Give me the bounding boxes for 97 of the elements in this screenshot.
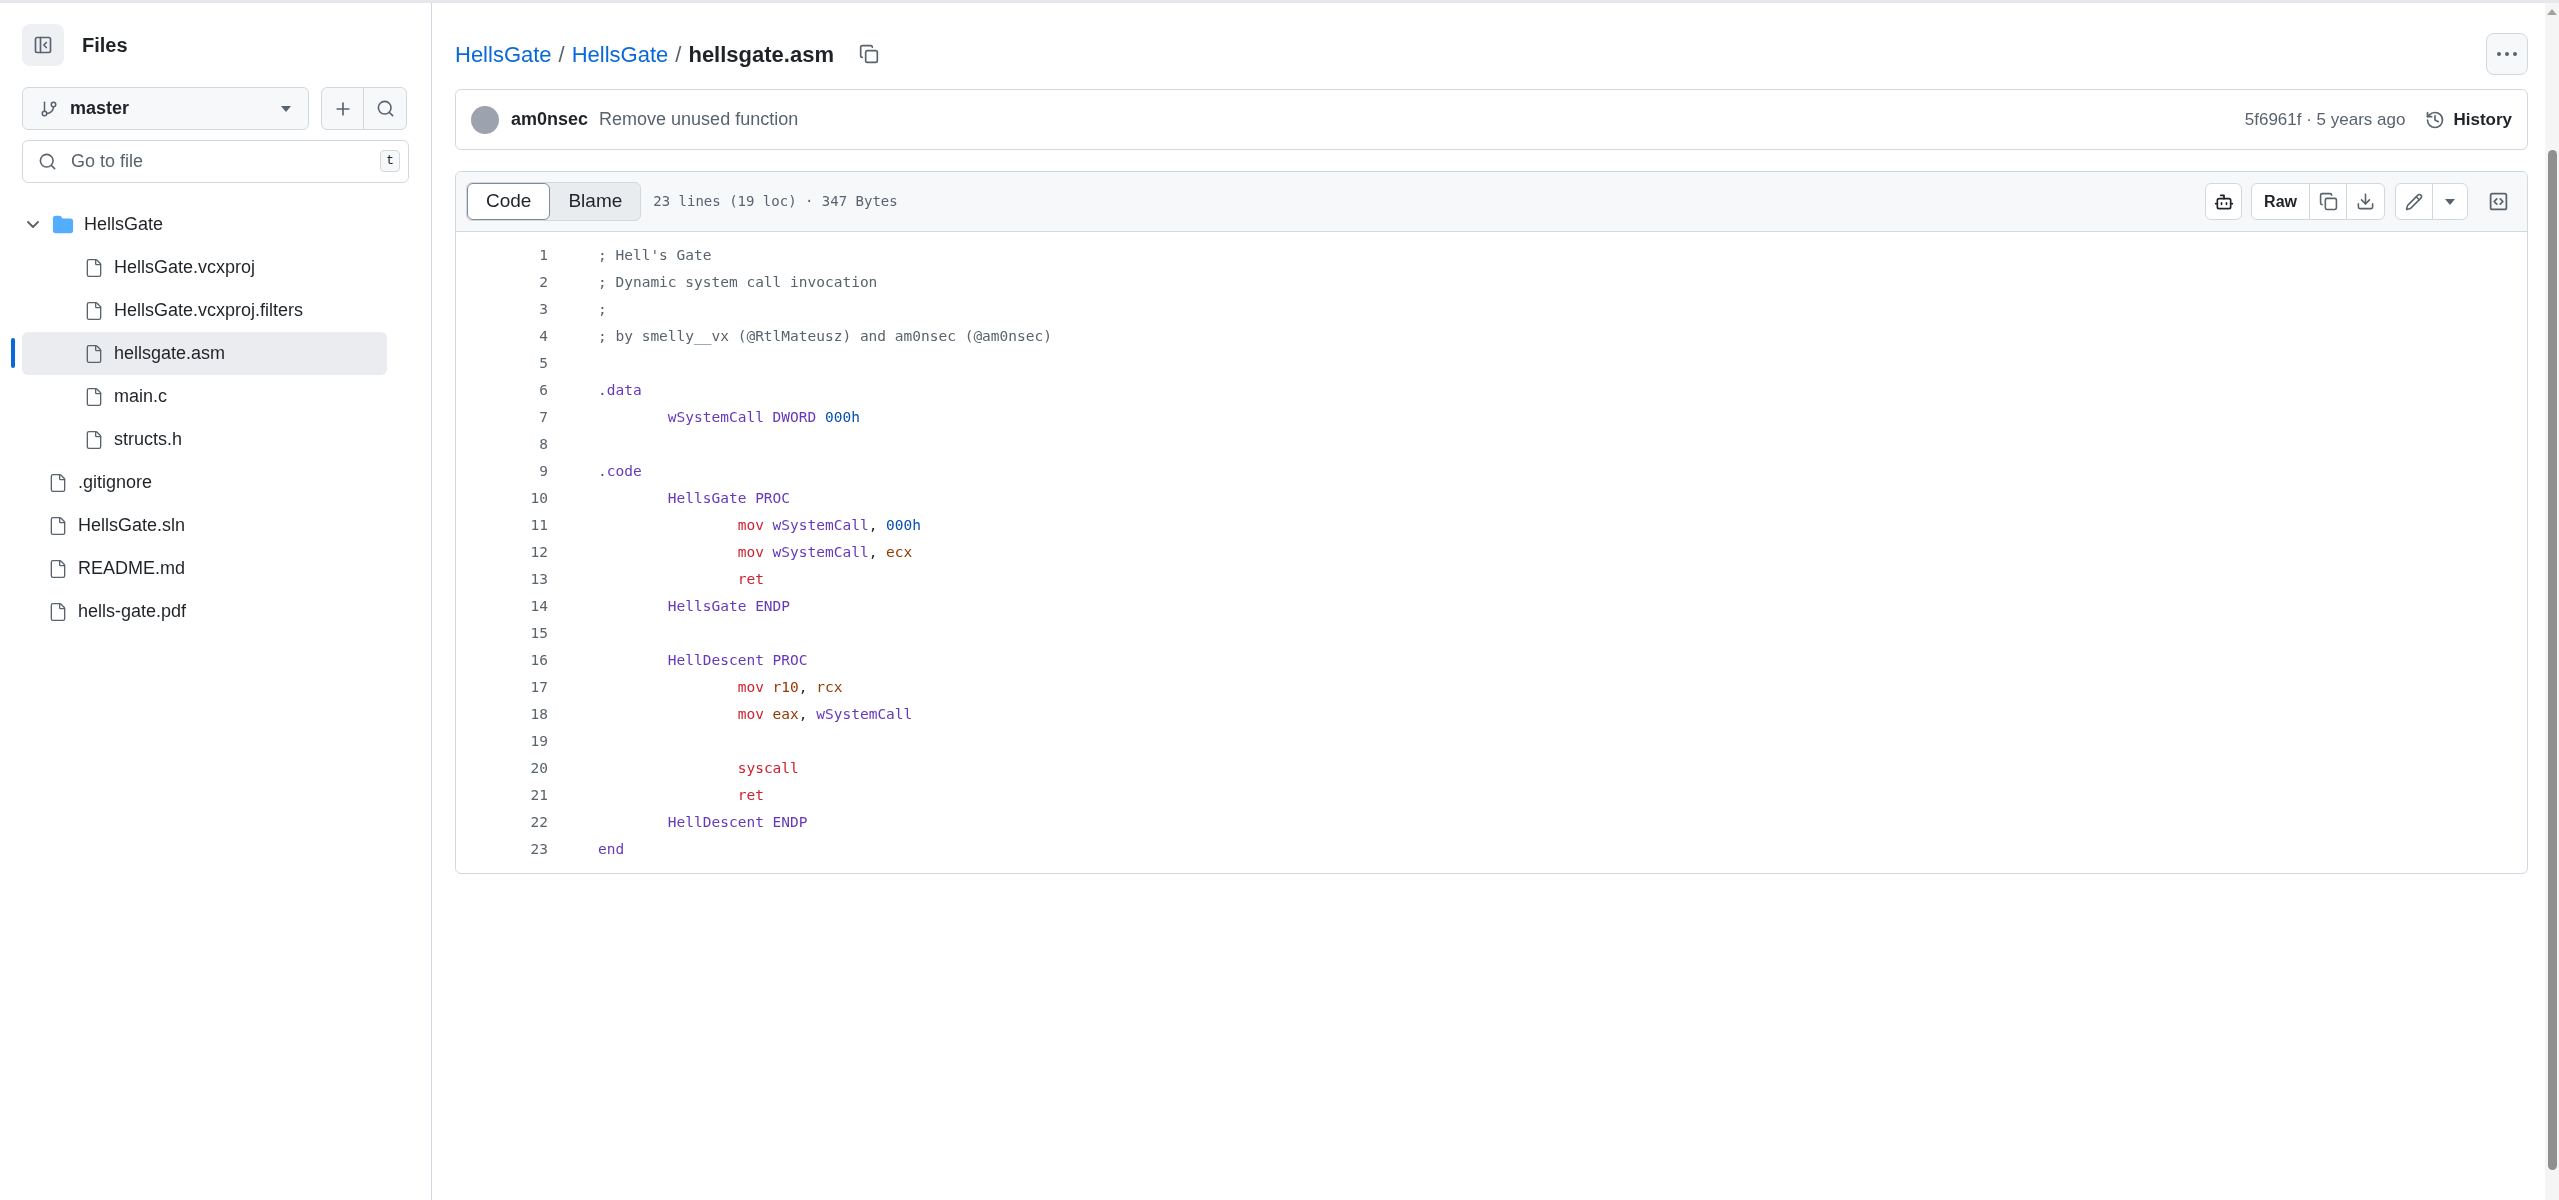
file-icon (48, 472, 68, 493)
code-line: ; Hell's Gate (598, 245, 712, 265)
search-icon (38, 152, 57, 171)
code-line: .code (598, 461, 642, 481)
file-icon (84, 386, 104, 407)
code-line: ; Dynamic system call invocation (598, 272, 878, 292)
code-square-icon (2488, 191, 2509, 212)
copy-icon (858, 44, 879, 64)
breadcrumb-separator: / (558, 40, 565, 69)
file-icon (48, 601, 68, 622)
line-number: 14 (529, 596, 548, 616)
sidebar-title: Files (82, 33, 128, 58)
code-line: HellsGate ENDP (666, 596, 791, 616)
ellipsis-icon (2497, 52, 2517, 56)
line-number: 3 (538, 299, 548, 319)
file-item[interactable]: HellsGate.vcxproj (22, 246, 387, 289)
file-item[interactable]: hellsgate.asm (22, 332, 387, 375)
file-item[interactable]: hells-gate.pdf (22, 590, 387, 633)
line-number: 15 (529, 623, 548, 643)
commit-message[interactable]: Remove unused function (599, 106, 2245, 133)
breadcrumb-link[interactable]: HellsGate (455, 37, 552, 71)
code-line: end (598, 839, 625, 859)
line-number: 2 (538, 272, 548, 292)
keyboard-shortcut: t (380, 150, 400, 172)
code-line: ret (736, 569, 764, 589)
code-line: mov wSystemCall, 000h (736, 515, 922, 535)
file-icon (84, 343, 104, 364)
commit-hash-and-age: 5f6961f · 5 years ago (2244, 108, 2406, 131)
line-number: 18 (529, 704, 548, 724)
line-number: 7 (538, 407, 548, 427)
line-number: 1 (538, 245, 548, 265)
branch-selector[interactable]: master (22, 87, 309, 130)
copy-icon (2318, 192, 2338, 211)
line-number: 22 (529, 812, 548, 832)
line-number: 9 (538, 461, 548, 481)
file-icon (84, 300, 104, 321)
breadcrumb-separator: / (675, 40, 682, 69)
file-item[interactable]: HellsGate.vcxproj.filters (22, 289, 387, 332)
file-item[interactable]: structs.h (22, 418, 387, 461)
branch-icon (40, 99, 58, 118)
line-number: 21 (529, 785, 548, 805)
more-options-button[interactable] (2486, 33, 2528, 75)
file-item[interactable]: .gitignore (22, 461, 387, 504)
chevron-icon (27, 221, 39, 228)
file-info: 23 lines (19 loc) · 347 Bytes (653, 192, 899, 211)
file-icon (48, 515, 68, 536)
code-line: HellsGate PROC (666, 488, 791, 508)
line-number: 17 (529, 677, 548, 697)
folder-item[interactable]: HellsGate (22, 203, 387, 246)
code-line: mov r10, rcx (736, 677, 843, 697)
line-number: 12 (529, 542, 548, 562)
folder-icon (52, 213, 74, 236)
line-number: 10 (529, 488, 548, 508)
download-icon (2356, 192, 2375, 211)
file-item[interactable]: main.c (22, 375, 387, 418)
code-line: ret (736, 785, 764, 805)
view-tab[interactable]: Blame (550, 183, 641, 220)
code-line: HellDescent PROC (666, 650, 808, 670)
code-line: mov eax, wSystemCall (736, 704, 913, 724)
current-file-name: hellsgate.asm (688, 40, 834, 69)
file-icon (84, 429, 104, 450)
copilot-button[interactable] (2205, 183, 2243, 220)
line-number: 23 (529, 839, 548, 859)
code-line: wSystemCall DWORD 000h (666, 407, 860, 427)
line-number: 20 (529, 758, 548, 778)
history-icon (2425, 109, 2446, 130)
line-number: 4 (538, 326, 548, 346)
line-number: 8 (538, 434, 548, 454)
line-number: 16 (529, 650, 548, 670)
commit-author[interactable]: am0nsec (511, 106, 589, 133)
panel-icon (33, 35, 53, 55)
file-item[interactable]: HellsGate.sln (22, 504, 387, 547)
line-number: 13 (529, 569, 548, 589)
file-icon (84, 257, 104, 278)
pencil-icon (2405, 192, 2423, 211)
avatar (471, 105, 499, 134)
selection-indicator (11, 338, 15, 368)
code-line: syscall (736, 758, 799, 778)
line-number: 6 (538, 380, 548, 400)
code-line: .data (598, 380, 642, 400)
file-item[interactable]: README.md (22, 547, 387, 590)
file-icon (48, 558, 68, 579)
scroll-up-arrow-icon (2547, 9, 2557, 15)
caret-icon (2445, 198, 2455, 205)
code-line: mov wSystemCall, ecx (736, 542, 913, 562)
view-tab[interactable]: Code (467, 183, 551, 220)
code-line: HellDescent ENDP (666, 812, 808, 832)
line-number: 5 (538, 353, 548, 373)
line-number: 19 (529, 731, 548, 751)
code-line: ; (598, 299, 607, 319)
search-icon (375, 99, 395, 118)
sidebar-toggle-button[interactable] (22, 24, 64, 66)
caret-icon (281, 105, 291, 112)
code-line: ; by smelly__vx (@RtlMateusz) and am0nsec (@am0nsec) (598, 326, 1052, 347)
breadcrumb-link[interactable]: HellsGate (571, 37, 669, 71)
line-number: 11 (529, 515, 548, 535)
history-button[interactable]: History (2425, 106, 2512, 133)
